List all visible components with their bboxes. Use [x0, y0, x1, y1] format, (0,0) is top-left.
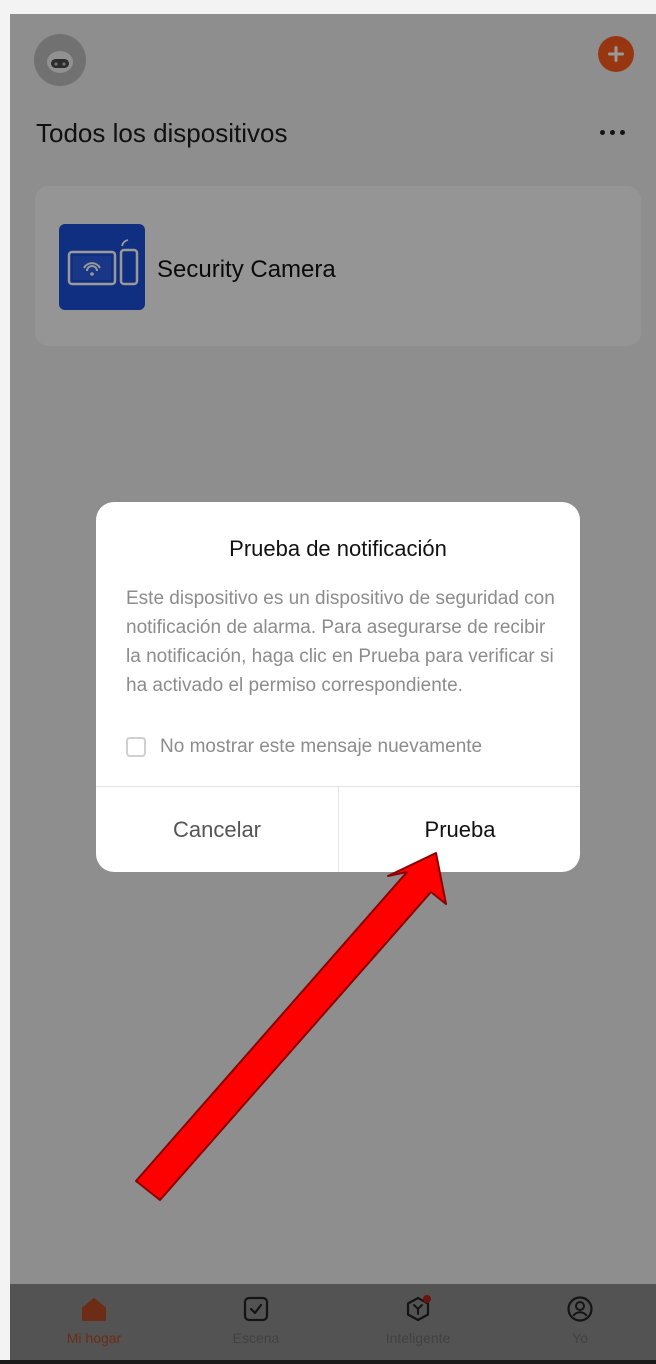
- dont-show-again-label: No mostrar este mensaje nuevamente: [160, 736, 483, 757]
- cancel-button[interactable]: Cancelar: [96, 787, 338, 872]
- dialog-title: Prueba de notificación: [229, 536, 447, 561]
- dont-show-again-checkbox[interactable]: [126, 737, 146, 757]
- test-button[interactable]: Prueba: [339, 787, 580, 872]
- screen-bottom-edge: [0, 1360, 656, 1364]
- app-screen: Todos los dispositivos Security Camera M…: [10, 14, 656, 1364]
- dont-show-again-option[interactable]: No mostrar este mensaje nuevamente: [126, 736, 482, 758]
- dialog-message: Este dispositivo es un dispositivo de se…: [126, 588, 555, 696]
- notification-test-dialog: Prueba de notificación Este dispositivo …: [96, 502, 580, 872]
